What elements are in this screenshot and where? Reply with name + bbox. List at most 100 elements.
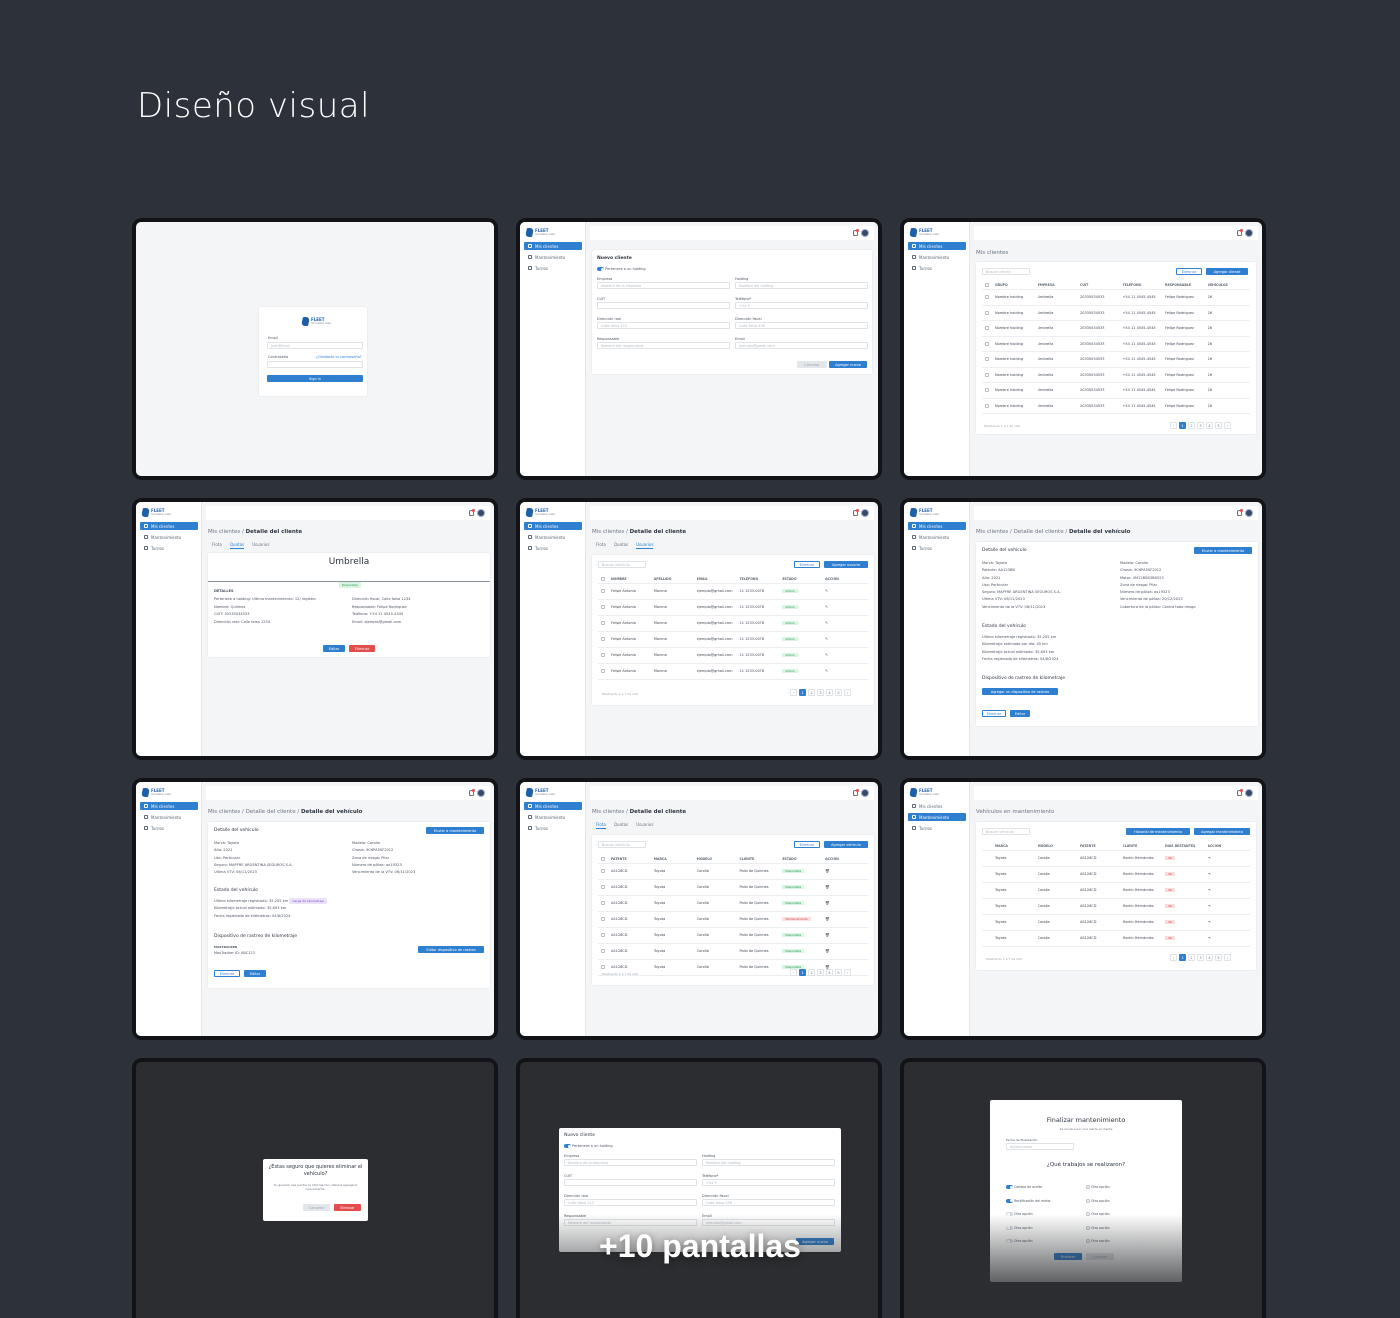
table-row[interactable]: Nombre holding Umbrella 20335034533 +54 11 … bbox=[982, 337, 1250, 353]
edit-icon[interactable]: ✎ bbox=[825, 669, 868, 673]
row-checkbox[interactable] bbox=[985, 357, 989, 362]
holding-select[interactable]: Nombre del holding bbox=[735, 282, 868, 289]
tab-users[interactable]: Usuarios bbox=[252, 542, 269, 549]
trash-icon[interactable]: 🗑 bbox=[825, 933, 868, 937]
bell-icon[interactable] bbox=[469, 789, 475, 796]
sidebar-item-shifts[interactable]: Turnos bbox=[908, 824, 966, 832]
row-checkbox[interactable] bbox=[601, 933, 605, 938]
table-row[interactable]: Nombre holding Umbrella 20335034533 +54 11 … bbox=[982, 306, 1250, 322]
delete-button[interactable]: Eliminar bbox=[794, 841, 820, 848]
sidebar-item-clients[interactable]: Mis clientes bbox=[524, 522, 582, 530]
select-all-checkbox[interactable] bbox=[985, 282, 989, 287]
page-button[interactable]: 5 bbox=[835, 689, 842, 696]
sidebar-item-clients[interactable]: Mis clientes bbox=[908, 242, 966, 250]
pagination[interactable]: ‹ 1 2 3 4 5 › bbox=[790, 969, 851, 976]
history-button[interactable]: Historial de mantenimiento bbox=[1126, 828, 1190, 835]
bell-icon[interactable] bbox=[1237, 789, 1243, 796]
add-client-button[interactable]: Agregar cliente bbox=[1206, 268, 1248, 275]
sidebar-item-maintenance[interactable]: Mantenimiento bbox=[140, 533, 198, 541]
page-button[interactable]: 2 bbox=[808, 969, 815, 976]
tab-quotas[interactable]: Quotas bbox=[614, 822, 628, 829]
page-button[interactable]: › bbox=[844, 689, 851, 696]
select-all-checkbox[interactable] bbox=[601, 856, 605, 861]
table-row[interactable]: Nombre holding Umbrella 20335034533 +54 11 … bbox=[982, 290, 1250, 306]
pagination[interactable]: ‹ 1 2 3 4 5 › bbox=[1170, 422, 1231, 429]
page-button[interactable]: 5 bbox=[835, 969, 842, 976]
table-row[interactable]: Felipe Antonio Moreno ejemplo@gmail.com 11 … bbox=[598, 648, 868, 664]
tab-fleet[interactable]: Flota bbox=[212, 542, 222, 549]
password-input[interactable] bbox=[267, 361, 363, 368]
table-row[interactable]: AS128CD Toyota Corolla Pollo de Quilmes Disp… bbox=[598, 928, 868, 944]
page-button[interactable]: ‹ bbox=[1170, 422, 1177, 429]
row-checkbox[interactable] bbox=[601, 653, 605, 658]
page-button[interactable]: 4 bbox=[1206, 954, 1213, 961]
delete-button[interactable]: Eliminar bbox=[349, 645, 375, 652]
company-input[interactable]: Nombre de la empresa bbox=[597, 282, 730, 289]
edit-icon[interactable]: ✎ bbox=[825, 653, 868, 657]
exit-icon[interactable]: ⇥ bbox=[1208, 872, 1251, 876]
row-checkbox[interactable] bbox=[601, 869, 605, 874]
sidebar-item-shifts[interactable]: Turnos bbox=[524, 824, 582, 832]
bell-icon[interactable] bbox=[469, 509, 475, 516]
phone-input[interactable]: +54 9 bbox=[735, 302, 868, 309]
add-user-button[interactable]: Agregar usuario bbox=[824, 561, 868, 568]
holding-toggle[interactable]: Pertenece a un holding bbox=[564, 1144, 613, 1148]
tab-quotas[interactable]: Quotas bbox=[614, 542, 628, 549]
edit-button[interactable]: Editar bbox=[323, 645, 345, 652]
table-row[interactable]: Nombre holding Umbrella 20335034533 +54 11 … bbox=[982, 399, 1250, 415]
trash-icon[interactable]: 🗑 bbox=[825, 869, 868, 873]
row-checkbox[interactable] bbox=[985, 295, 989, 300]
add-new-button[interactable]: Agregar nuevo bbox=[829, 361, 867, 368]
row-checkbox[interactable] bbox=[985, 388, 989, 393]
job-option[interactable]: Cambio de aceite bbox=[1006, 1181, 1051, 1195]
table-row[interactable]: Felipe Antonio Moreno ejemplo@gmail.com 11 … bbox=[598, 600, 868, 616]
row-checkbox[interactable] bbox=[601, 885, 605, 890]
radio-icon[interactable] bbox=[1086, 1185, 1090, 1189]
table-row[interactable]: Toyota Corolla AS128CD Martín Hernández 30 ⇥ bbox=[982, 915, 1250, 931]
avatar[interactable] bbox=[861, 789, 869, 797]
avatar[interactable] bbox=[861, 509, 869, 517]
edit-icon[interactable]: ✎ bbox=[825, 589, 868, 593]
table-row[interactable]: Toyota Corolla AS128CD Martín Hernández 30 ⇥ bbox=[982, 851, 1250, 867]
table-row[interactable]: Nombre holding Umbrella 20335034533 +54 11 … bbox=[982, 368, 1250, 384]
avatar[interactable] bbox=[1245, 509, 1253, 517]
sidebar-item-maintenance[interactable]: Mantenimiento bbox=[524, 813, 582, 821]
tab-fleet[interactable]: Flota bbox=[596, 542, 606, 549]
delete-button[interactable]: Eliminar bbox=[982, 710, 1006, 717]
sign-in-button[interactable]: Sign in bbox=[267, 375, 363, 382]
bell-icon[interactable] bbox=[853, 509, 859, 516]
sidebar-item-maintenance[interactable]: Mantenimiento bbox=[908, 813, 966, 821]
sidebar-item-clients[interactable]: Mis clientes bbox=[140, 802, 198, 810]
page-button[interactable]: 4 bbox=[826, 689, 833, 696]
holding-toggle[interactable]: Pertenece a un holding bbox=[597, 267, 646, 271]
row-checkbox[interactable] bbox=[985, 372, 989, 377]
delete-button[interactable]: Eliminar bbox=[1176, 268, 1202, 275]
page-button[interactable]: 3 bbox=[817, 969, 824, 976]
send-maintenance-button[interactable]: Enviar a mantenimiento bbox=[1194, 547, 1252, 554]
row-checkbox[interactable] bbox=[601, 621, 605, 626]
exit-icon[interactable]: ⇥ bbox=[1208, 920, 1251, 924]
avatar[interactable] bbox=[861, 229, 869, 237]
cancel-button[interactable]: Cancelar bbox=[797, 361, 827, 368]
exit-icon[interactable]: ⇥ bbox=[1208, 904, 1251, 908]
page-button[interactable]: 1 bbox=[799, 969, 806, 976]
sidebar-item-clients[interactable]: Mis clientes bbox=[908, 522, 966, 530]
forgot-password-link[interactable]: ¿Olvidaste tu contraseña? bbox=[316, 355, 362, 359]
phone-input[interactable]: +54 9 bbox=[702, 1179, 835, 1186]
page-button[interactable]: ‹ bbox=[790, 689, 797, 696]
table-row[interactable]: Toyota Corolla AS128CD Martín Hernández 30 ⇥ bbox=[982, 867, 1250, 883]
job-option[interactable]: Rectificación del motor bbox=[1006, 1195, 1051, 1209]
sidebar-item-shifts[interactable]: Turnos bbox=[140, 544, 198, 552]
tab-quotas[interactable]: Quotas bbox=[229, 542, 245, 549]
bell-icon[interactable] bbox=[1237, 229, 1243, 236]
row-checkbox[interactable] bbox=[985, 341, 989, 346]
pagination[interactable]: ‹ 1 2 3 4 5 › bbox=[1170, 954, 1231, 961]
page-button[interactable]: 4 bbox=[1206, 422, 1213, 429]
table-row[interactable]: Felipe Antonio Moreno ejemplo@gmail.com 11 … bbox=[598, 584, 868, 600]
avatar[interactable] bbox=[1245, 789, 1253, 797]
sidebar-item-clients[interactable]: Mis clientes bbox=[908, 802, 966, 810]
add-maintenance-button[interactable]: Agregar mantenimiento bbox=[1194, 828, 1250, 835]
table-row[interactable]: AS128CD Toyota Corolla Pollo de Quilmes Mant… bbox=[598, 912, 868, 928]
table-row[interactable]: Felipe Antonio Moreno ejemplo@gmail.com 11 … bbox=[598, 664, 868, 680]
cuit-input[interactable] bbox=[597, 302, 730, 309]
